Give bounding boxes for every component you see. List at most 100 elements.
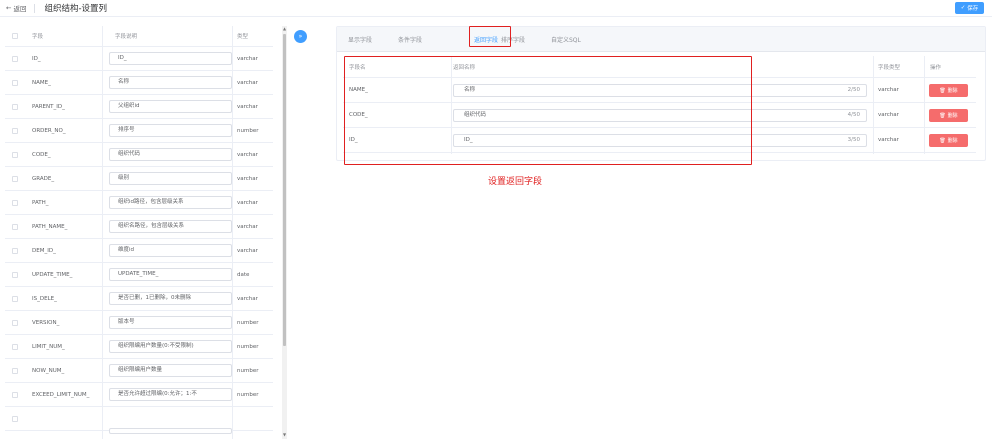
row-checkbox[interactable] [12, 55, 18, 62]
field-type: number [237, 127, 259, 134]
field-type: number [237, 343, 259, 350]
row-checkbox[interactable] [12, 103, 18, 110]
field-description-input[interactable]: 级别 [109, 172, 232, 185]
field-type: varchar [237, 199, 258, 206]
field-name: PATH_NAME_ [32, 223, 68, 230]
field-description-input[interactable]: 版本号 [109, 316, 232, 329]
header-divider [34, 3, 36, 13]
field-description-input[interactable]: 组织限编用户数量(0:不受限制) [109, 340, 232, 353]
row-checkbox[interactable] [12, 127, 18, 134]
row-checkbox[interactable] [12, 391, 18, 398]
row-checkbox[interactable] [12, 343, 18, 350]
back-button[interactable]: ← 返回 [6, 3, 26, 13]
tab-condition-fields[interactable]: 条件字段 [398, 35, 422, 44]
return-field-type: varchar [878, 137, 899, 143]
select-all-checkbox[interactable] [12, 33, 18, 39]
row-checkbox[interactable] [12, 79, 18, 86]
field-type: varchar [237, 223, 258, 230]
field-description-input[interactable]: 组织限编用户数量 [109, 364, 232, 377]
field-name: PATH_ [32, 199, 49, 206]
trash-icon: 🗑 [939, 112, 946, 119]
row-checkbox[interactable] [12, 175, 18, 182]
row-checkbox[interactable] [12, 247, 18, 254]
return-field-type: varchar [878, 87, 899, 93]
delete-button[interactable]: 🗑 删除 [929, 109, 968, 122]
row-checkbox[interactable] [12, 319, 18, 326]
field-description-input[interactable]: 是否允许超过限编(0:允许；1:不 [109, 388, 232, 401]
row-checkbox[interactable] [12, 199, 18, 206]
field-description-input[interactable]: 排序号 [109, 124, 232, 137]
field-description-input[interactable]: 组织名路径，包含层级关系 [109, 220, 232, 233]
scroll-up-icon[interactable]: ▲ [282, 26, 287, 31]
field-description-input[interactable]: ID_ [109, 52, 232, 65]
field-description-input[interactable]: 名称 [109, 76, 232, 89]
field-description-input[interactable]: 父组织id [109, 100, 232, 113]
scroll-down-icon[interactable]: ▼ [282, 432, 287, 437]
delete-label: 删除 [947, 138, 958, 144]
row-checkbox[interactable] [12, 415, 18, 422]
field-name: UPDATE_TIME_ [32, 271, 73, 278]
column-divider [924, 56, 925, 154]
return-fields-highlight-box [344, 56, 752, 165]
field-type: number [237, 319, 259, 326]
row-checkbox[interactable] [12, 223, 18, 230]
tab-bar: 显示字段 条件字段 返回字段 排序字段 自定义SQL [337, 27, 985, 52]
column-divider [873, 56, 874, 154]
field-name: NAME_ [32, 79, 51, 86]
field-description-input[interactable]: 组织代码 [109, 148, 232, 161]
annotation-text: 设置返回字段 [488, 177, 543, 187]
row-checkbox[interactable] [12, 295, 18, 302]
char-count: 4/50 [847, 112, 860, 118]
field-name: NOW_NUM_ [32, 367, 65, 374]
field-description-input[interactable]: 是否已删，1已删除，0未删除 [109, 292, 232, 305]
row-checkbox[interactable] [12, 271, 18, 278]
col-description: 字段说明 [115, 34, 138, 40]
field-type: varchar [237, 247, 258, 254]
return-field-type: varchar [878, 112, 899, 118]
save-label: 保存 [967, 6, 979, 12]
chevron-right-icon[interactable]: » [294, 30, 307, 43]
field-type: number [237, 367, 259, 374]
check-icon: ✓ [960, 5, 966, 11]
field-name: LIMIT_NUM_ [32, 343, 65, 350]
delete-label: 删除 [947, 113, 958, 119]
arrow-left-icon: ← [6, 4, 12, 12]
trash-icon: 🗑 [939, 137, 946, 144]
tab-highlight-box [469, 26, 511, 47]
field-name: CODE_ [32, 151, 51, 158]
field-name: GRADE_ [32, 175, 55, 182]
field-type: date [237, 271, 250, 278]
field-name: DEM_ID_ [32, 247, 56, 254]
field-type: varchar [237, 79, 258, 86]
char-count: 3/50 [847, 137, 860, 143]
field-type: varchar [237, 295, 258, 302]
field-type: varchar [237, 151, 258, 158]
page-title: 组织结构-设置列 [44, 4, 108, 14]
field-description-input[interactable]: 组织id路径，包含层级关系 [109, 196, 232, 209]
row-checkbox[interactable] [12, 151, 18, 158]
col-type: 类型 [237, 34, 249, 40]
column-divider [232, 26, 233, 439]
column-divider [102, 26, 103, 439]
save-button[interactable]: ✓ 保存 [955, 2, 984, 14]
delete-label: 删除 [947, 88, 958, 94]
field-description-input[interactable]: UPDATE_TIME_ [109, 268, 232, 281]
delete-button[interactable]: 🗑 删除 [929, 84, 968, 97]
field-description-input[interactable] [109, 428, 232, 434]
row-checkbox[interactable] [12, 367, 18, 374]
scrollbar-thumb[interactable] [283, 34, 286, 346]
field-name: IS_DELE_ [32, 295, 57, 302]
field-table: 字段 字段说明 类型 ID_ ID_varchar NAME_ 名称 varchar PAREN… [5, 26, 284, 439]
field-type: number [237, 391, 259, 398]
field-name: ID_ [32, 55, 41, 62]
col-action: 操作 [930, 65, 942, 71]
field-name: EXCEED_LIMIT_NUM_ [32, 391, 90, 398]
delete-button[interactable]: 🗑 删除 [929, 134, 968, 147]
col-field-type: 字段类型 [878, 65, 901, 71]
char-count: 2/50 [847, 87, 860, 93]
field-description-input[interactable]: 维度id [109, 244, 232, 257]
field-name: PARENT_ID_ [32, 103, 65, 110]
col-field: 字段 [32, 34, 44, 40]
tab-custom-sql[interactable]: 自定义SQL [551, 35, 581, 44]
tab-display-fields[interactable]: 显示字段 [348, 35, 372, 44]
